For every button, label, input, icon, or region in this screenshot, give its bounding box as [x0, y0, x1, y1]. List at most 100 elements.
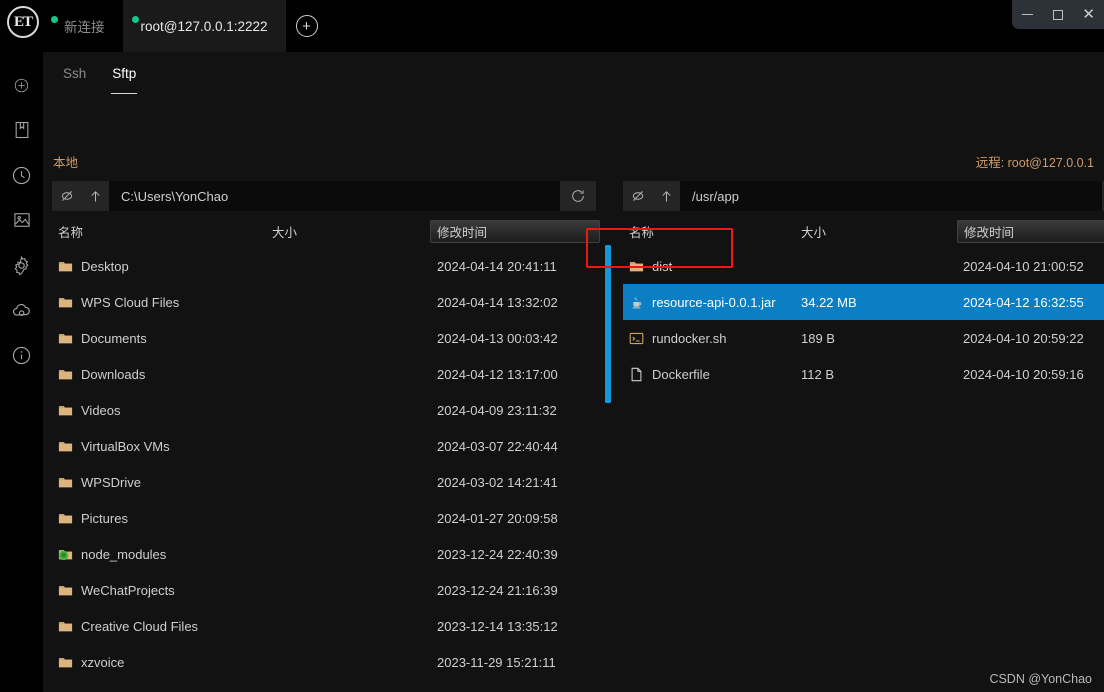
file-date-cell: 2024-01-27 20:09:58 — [437, 510, 558, 526]
bookmark-icon[interactable] — [4, 112, 40, 148]
folder-icon — [58, 621, 73, 631]
file-row[interactable]: logs2023-11-22 15:13:20 — [52, 680, 600, 692]
local-path-input[interactable] — [109, 181, 560, 211]
remote-file-list[interactable]: dist 2024-04-10 21:00:52 resource-api-0.0.… — [623, 248, 1104, 692]
file-name-cell: node_modules — [58, 547, 166, 562]
file-row[interactable]: Videos 2024-04-09 23:11:32 — [52, 392, 600, 428]
tab-sftp[interactable]: Sftp — [102, 62, 146, 94]
local-path-buttons — [52, 181, 109, 211]
file-date-cell: 2024-03-07 22:40:44 — [437, 438, 558, 454]
app-logo: ET — [7, 6, 39, 38]
column-header-size[interactable]: 大小 — [795, 220, 832, 243]
file-name-label: Dockerfile — [652, 366, 710, 382]
file-row[interactable]: VirtualBox VMs 2024-03-07 22:40:44 — [52, 428, 600, 464]
file-size-cell: 189 B — [801, 330, 835, 346]
folder-icon — [58, 657, 73, 667]
eye-slash-icon[interactable] — [630, 188, 646, 204]
folder-green-icon — [58, 549, 73, 560]
history-clock-icon[interactable] — [4, 157, 40, 193]
file-row[interactable]: rundocker.sh 189 B 2024-04-10 20:59:22 — [623, 320, 1104, 356]
file-row[interactable]: dist 2024-04-10 21:00:52 — [623, 248, 1104, 284]
file-row[interactable]: WeChatProjects 2023-12-24 21:16:39 — [52, 572, 600, 608]
connection-tab-strip: 新连接 root@127.0.0.1:2222 + — [46, 0, 318, 52]
tab-root-127-0-0-1-2222[interactable]: root@127.0.0.1:2222 — [122, 0, 286, 52]
title-bar: ET 新连接 root@127.0.0.1:2222 + ✕ — [0, 0, 1104, 56]
file-date-cell: 2023-12-14 13:35:12 — [437, 618, 558, 634]
file-row[interactable]: xzvoice 2023-11-29 15:21:11 — [52, 644, 600, 680]
file-date-cell: 2024-04-10 20:59:16 — [963, 366, 1084, 382]
file-name-label: dist — [652, 258, 673, 274]
file-name-cell: WPSDrive — [58, 475, 141, 490]
file-row[interactable]: Downloads 2024-04-12 13:17:00 — [52, 356, 600, 392]
column-header-size[interactable]: 大小 — [266, 220, 303, 243]
local-list-scrollbar[interactable] — [605, 245, 611, 403]
image-icon[interactable] — [4, 202, 40, 238]
file-row[interactable]: WPSDrive 2024-03-02 14:21:41 — [52, 464, 600, 500]
file-name-label: node_modules — [81, 546, 167, 562]
add-icon[interactable] — [4, 67, 40, 103]
file-date-cell: 2024-03-02 14:21:41 — [437, 474, 558, 490]
file-row[interactable]: node_modules 2023-12-24 22:40:39 — [52, 536, 600, 572]
column-header-name[interactable]: 名称 — [623, 220, 660, 243]
folder-icon — [58, 585, 73, 595]
close-button[interactable]: ✕ — [1076, 2, 1102, 28]
file-name-cell: Desktop — [58, 259, 129, 274]
tab-new-connection[interactable]: 新连接 — [46, 0, 123, 52]
file-row[interactable]: Desktop 2024-04-14 20:41:11 — [52, 248, 600, 284]
folder-icon — [58, 261, 73, 271]
file-row[interactable]: Creative Cloud Files 2023-12-14 13:35:12 — [52, 608, 600, 644]
folder-icon — [629, 261, 644, 271]
file-name-label: WPSDrive — [81, 474, 141, 490]
java-jar-icon — [632, 296, 642, 308]
folder-icon — [58, 369, 73, 379]
arrow-up-icon[interactable] — [659, 189, 674, 204]
file-name-label: Videos — [81, 402, 121, 418]
remote-path-bar — [623, 181, 1104, 211]
folder-icon — [58, 297, 73, 307]
folder-icon — [58, 477, 73, 487]
file-name-cell: WeChatProjects — [58, 583, 175, 598]
local-refresh-button[interactable] — [560, 181, 596, 211]
sftp-panel: Ssh Sftp 本地 远程: root@127.0.0.1 C:\Users\… — [43, 52, 1104, 692]
minimize-button[interactable] — [1014, 2, 1040, 28]
file-name-cell: Documents — [58, 331, 147, 346]
local-file-list[interactable]: Desktop 2024-04-14 20:41:11 WPS Cloud File… — [52, 248, 600, 692]
file-name-label: Documents — [81, 330, 147, 346]
file-size-cell: 112 B — [801, 366, 835, 382]
window-controls: ✕ — [1012, 0, 1104, 29]
file-name-cell: dist — [629, 259, 672, 274]
file-name-cell: Dockerfile — [629, 367, 710, 382]
file-row[interactable]: WPS Cloud Files 2024-04-14 13:32:02 — [52, 284, 600, 320]
tab-ssh[interactable]: Ssh — [53, 62, 96, 94]
remote-panel-label: 远程: root@127.0.0.1 — [975, 156, 1094, 170]
cloud-icon[interactable] — [4, 292, 40, 328]
column-header-name[interactable]: 名称 — [52, 220, 89, 243]
file-name-label: rundocker.sh — [652, 330, 727, 346]
file-name-label: VirtualBox VMs — [81, 438, 170, 454]
remote-path-input[interactable] — [680, 181, 1102, 211]
file-row[interactable]: Documents 2024-04-13 00:03:42 — [52, 320, 600, 356]
maximize-button[interactable] — [1045, 2, 1071, 28]
file-row[interactable]: resource-api-0.0.1.jar 34.22 MB 2024-04-12… — [623, 284, 1104, 320]
local-column-headers: 名称 大小 修改时间 — [52, 220, 600, 243]
settings-gear-icon[interactable] — [4, 247, 40, 283]
tab-label: 新连接 — [64, 20, 105, 35]
file-date-cell: 2023-12-24 21:16:39 — [437, 582, 558, 598]
file-name-cell: Downloads — [58, 367, 145, 382]
file-row[interactable]: Dockerfile 112 B 2024-04-10 20:59:16 — [623, 356, 1104, 392]
file-row[interactable]: Pictures 2024-01-27 20:09:58 — [52, 500, 600, 536]
column-header-date[interactable]: 修改时间 — [957, 220, 1104, 243]
file-name-cell: xzvoice — [58, 655, 124, 670]
column-header-date[interactable]: 修改时间 — [430, 220, 600, 243]
eye-slash-icon[interactable] — [59, 188, 75, 204]
info-icon[interactable] — [4, 337, 40, 373]
new-tab-button[interactable]: + — [295, 15, 318, 37]
file-name-cell: rundocker.sh — [629, 331, 726, 346]
tab-label: root@127.0.0.1:2222 — [140, 18, 268, 34]
file-name-cell: Pictures — [58, 511, 128, 526]
arrow-up-icon[interactable] — [88, 189, 103, 204]
left-rail — [0, 52, 43, 692]
file-name-label: Pictures — [81, 510, 128, 526]
file-name-label: WPS Cloud Files — [81, 294, 180, 310]
file-name-label: Desktop — [81, 258, 129, 274]
